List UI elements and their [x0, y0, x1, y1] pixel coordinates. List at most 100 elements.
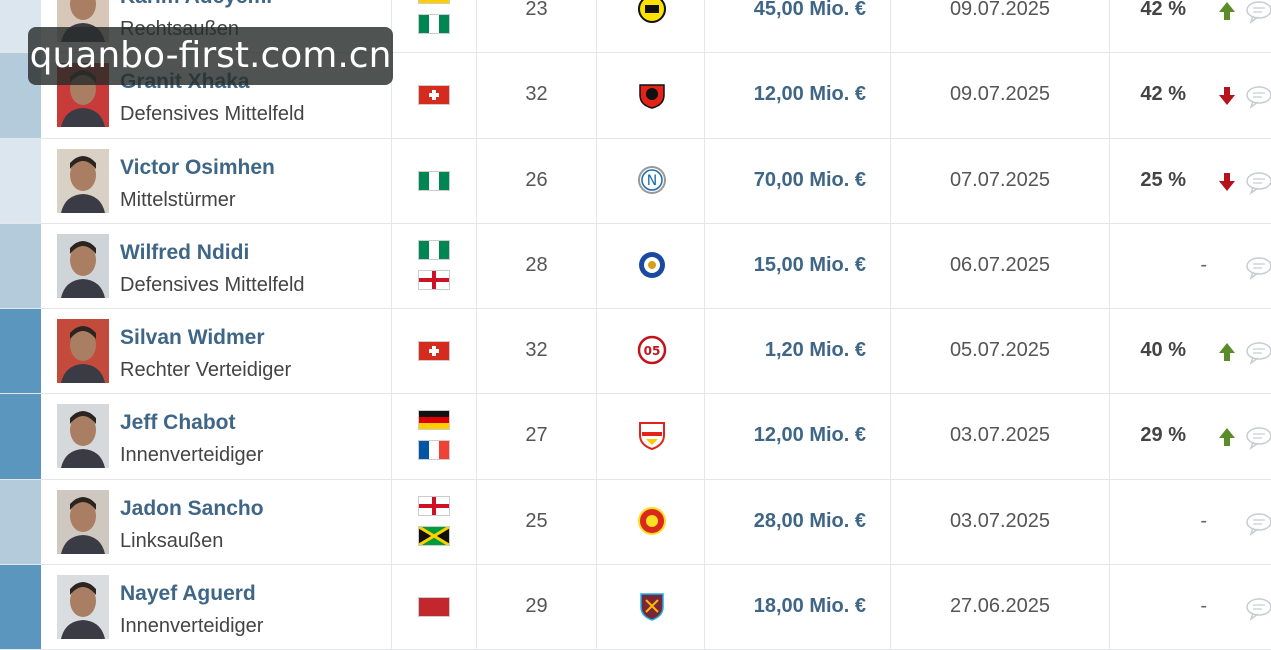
percent-text: -	[1200, 509, 1207, 532]
player-name-link[interactable]: Jeff Chabot	[120, 411, 236, 435]
player-name-link[interactable]: Silvan Widmer	[120, 326, 265, 350]
comment-bubble-icon[interactable]	[1245, 0, 1271, 24]
age-text: 32	[525, 83, 548, 106]
arrow-down-icon	[1218, 86, 1236, 106]
percent-text: 29 %	[1140, 424, 1186, 447]
market-value-link[interactable]: 1,20 Mio. €	[765, 339, 866, 362]
club-cell	[596, 223, 704, 309]
probability-cell: 42 %	[1109, 0, 1271, 53]
leicester-city-crest[interactable]	[637, 250, 667, 280]
nationality-cell	[391, 138, 476, 223]
club-cell	[596, 479, 704, 565]
probability-cell: -	[1109, 565, 1271, 650]
market-value-link[interactable]: 70,00 Mio. €	[754, 169, 866, 192]
player-photo[interactable]	[57, 148, 109, 213]
market-value-cell: 70,00 Mio. €	[704, 138, 890, 223]
market-value-link[interactable]: 45,00 Mio. €	[754, 0, 866, 21]
market-value-cell: 45,00 Mio. €	[704, 0, 890, 53]
player-photo[interactable]	[57, 489, 109, 554]
table-row: Jeff Chabot Innenverteidiger 27 12,00 Mio. …	[0, 394, 1271, 480]
row-marker	[0, 223, 41, 309]
market-value-cell: 18,00 Mio. €	[704, 565, 890, 650]
bayer-leverkusen-crest[interactable]	[637, 79, 667, 110]
percent-text: 25 %	[1140, 168, 1186, 191]
probability-cell: 25 %	[1109, 138, 1271, 223]
borussia-dortmund-crest[interactable]	[637, 0, 667, 24]
market-value-link[interactable]: 18,00 Mio. €	[754, 595, 866, 618]
comment-bubble-icon[interactable]	[1245, 597, 1271, 622]
age-cell: 28	[476, 223, 596, 309]
germany-flag	[418, 0, 450, 4]
player-name-link[interactable]: Wilfred Ndidi	[120, 241, 249, 265]
player-name-link[interactable]: Nayef Aguerd	[120, 582, 256, 606]
date-text: 03.07.2025	[949, 424, 1051, 447]
market-value-link[interactable]: 12,00 Mio. €	[754, 83, 866, 106]
player-photo[interactable]	[57, 319, 109, 384]
transfer-table: Karim AdeyemiRechtsaußen2345,00 Mio. €09…	[0, 0, 1271, 650]
probability-cell: -	[1109, 479, 1271, 565]
date-cell: 06.07.2025	[890, 223, 1109, 309]
player-name-link[interactable]: Karim Adeyemi	[120, 0, 272, 9]
player-position: Defensives Mittelfeld	[120, 103, 305, 126]
svg-text:05: 05	[644, 344, 661, 358]
market-value-cell: 1,20 Mio. €	[704, 309, 890, 394]
arrow-up-icon	[1218, 342, 1236, 362]
age-cell: 27	[476, 394, 596, 479]
nationality-cell	[391, 565, 476, 650]
market-value-link[interactable]: 15,00 Mio. €	[754, 254, 866, 277]
table-row: Nayef Aguerd Innenverteidiger 29 18,00 Mio.…	[0, 565, 1271, 650]
england-flag	[418, 495, 450, 516]
date-cell: 07.07.2025	[890, 138, 1109, 223]
comment-bubble-icon[interactable]	[1245, 512, 1271, 536]
age-cell: 32	[476, 309, 596, 394]
player-photo[interactable]	[57, 404, 109, 469]
market-value-cell: 15,00 Mio. €	[704, 223, 890, 309]
club-cell: N	[596, 138, 704, 223]
table-row: Jadon Sancho Linksaußen 25 28,00 Mio. € 03.0…	[0, 479, 1271, 566]
comment-bubble-icon[interactable]	[1245, 426, 1271, 451]
age-cell: 23	[476, 0, 596, 53]
england-flag	[418, 269, 450, 290]
age-cell: 26	[476, 138, 596, 223]
arrow-down-icon	[1218, 172, 1236, 192]
nationality-cell	[391, 223, 476, 309]
comment-bubble-icon[interactable]	[1245, 171, 1271, 195]
club-cell	[596, 53, 704, 138]
mainz-05-crest[interactable]: 05	[637, 335, 667, 365]
date-text: 09.07.2025	[949, 83, 1051, 106]
vfb-stuttgart-crest[interactable]	[637, 420, 667, 451]
row-marker	[0, 479, 41, 565]
percent-text: 42 %	[1140, 83, 1186, 106]
market-value-link[interactable]: 28,00 Mio. €	[754, 510, 866, 533]
age-cell: 29	[476, 565, 596, 650]
age-text: 29	[525, 595, 548, 618]
date-text: 05.07.2025	[949, 339, 1051, 362]
manchester-united-crest[interactable]	[637, 506, 667, 536]
date-cell: 03.07.2025	[890, 479, 1109, 565]
club-cell	[596, 565, 704, 650]
west-ham-united-crest[interactable]	[637, 591, 667, 621]
comment-bubble-icon[interactable]	[1245, 256, 1271, 280]
player-photo[interactable]	[57, 233, 109, 298]
date-text: 07.07.2025	[949, 168, 1051, 191]
age-text: 23	[525, 0, 548, 20]
date-cell: 09.07.2025	[890, 53, 1109, 138]
club-cell	[596, 0, 704, 53]
ssc-napoli-crest[interactable]: N	[637, 165, 667, 195]
age-text: 25	[525, 509, 548, 532]
probability-cell: 40 %	[1109, 309, 1271, 394]
comment-bubble-icon[interactable]	[1245, 341, 1271, 366]
jamaica-flag	[418, 525, 450, 546]
player-photo[interactable]	[57, 575, 109, 640]
market-value-link[interactable]: 12,00 Mio. €	[754, 424, 866, 447]
player-cell: Victor Osimhen Mittelstürmer	[41, 139, 391, 223]
age-text: 28	[525, 253, 548, 276]
player-name-link[interactable]: Jadon Sancho	[120, 497, 264, 521]
player-name-link[interactable]: Victor Osimhen	[120, 156, 275, 180]
percent-text: -	[1200, 595, 1207, 618]
comment-bubble-icon[interactable]	[1245, 85, 1271, 110]
switzerland-flag	[418, 341, 450, 362]
age-cell: 25	[476, 479, 596, 565]
age-text: 32	[525, 339, 548, 362]
probability-cell: 29 %	[1109, 394, 1271, 479]
